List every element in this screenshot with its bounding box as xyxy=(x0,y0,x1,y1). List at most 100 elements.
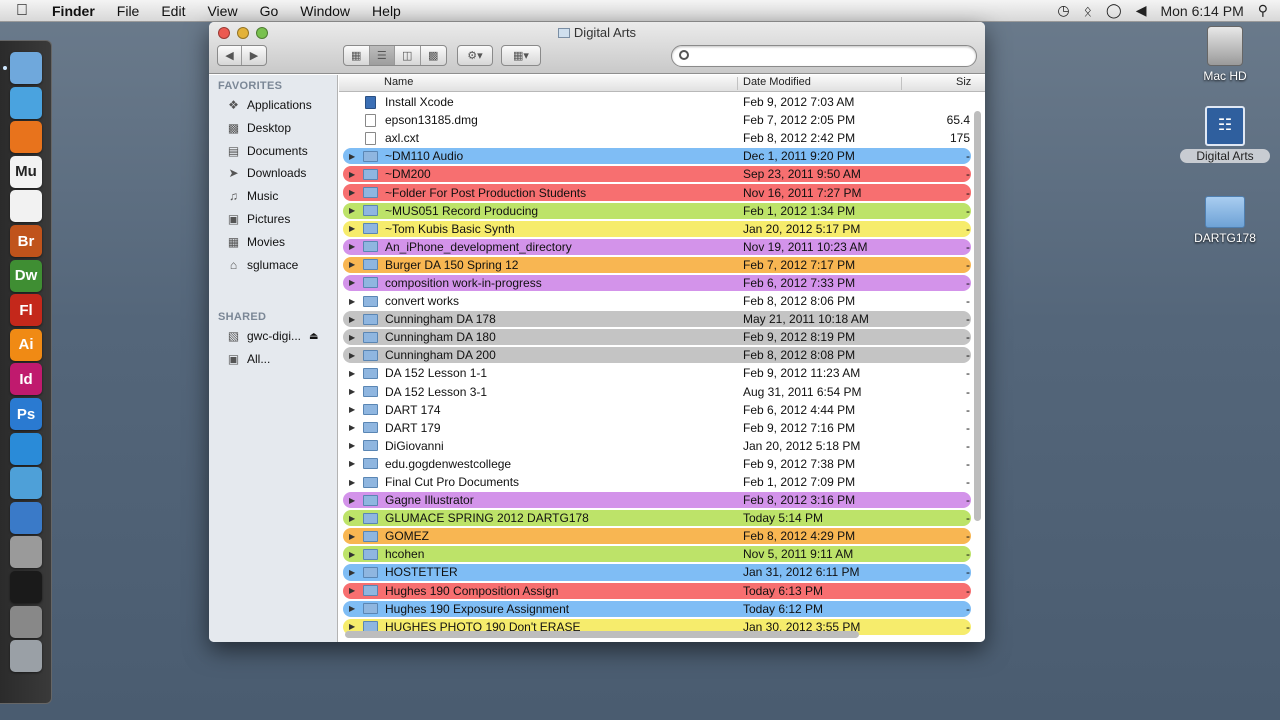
disclosure-triangle-icon[interactable]: ▶ xyxy=(349,622,355,631)
column-name[interactable]: Name xyxy=(384,76,413,88)
disclosure-triangle-icon[interactable]: ▶ xyxy=(349,387,355,396)
disclosure-triangle-icon[interactable]: ▶ xyxy=(349,604,355,613)
finder-icon[interactable] xyxy=(10,52,42,84)
file-row[interactable]: ▶ Cunningham DA 180 Feb 9, 2012 8:19 PM - xyxy=(339,328,971,346)
dreamweaver-icon[interactable]: Dw xyxy=(10,259,42,292)
sidebar-item-movies[interactable]: ▦ Movies xyxy=(226,232,285,252)
icon-view-button[interactable]: ▦ xyxy=(344,46,370,65)
disclosure-triangle-icon[interactable]: ▶ xyxy=(349,152,355,161)
disclosure-triangle-icon[interactable]: ▶ xyxy=(349,170,355,179)
file-row[interactable]: ▶ ~DM200 Sep 23, 2011 9:50 AM - xyxy=(339,165,971,183)
file-row[interactable]: ▶ ~Folder For Post Production Students Nov… xyxy=(339,183,971,201)
file-row[interactable]: ▶ Final Cut Pro Documents Feb 1, 2012 7:09… xyxy=(339,473,971,491)
file-row[interactable]: ▶ Burger DA 150 Spring 12 Feb 7, 2012 7:17… xyxy=(339,256,971,274)
column-size[interactable]: Siz xyxy=(956,76,971,88)
disclosure-triangle-icon[interactable]: ▶ xyxy=(349,351,355,360)
sidebar-item-applications[interactable]: ❖ Applications xyxy=(226,95,312,115)
file-row[interactable]: ▶ GOMEZ Feb 8, 2012 4:29 PM - xyxy=(339,527,971,545)
menu-view[interactable]: View xyxy=(196,3,248,19)
sidebar-item-music[interactable]: ♫ Music xyxy=(226,186,278,206)
sidebar-item-all[interactable]: ▣ All... xyxy=(226,349,271,369)
disclosure-triangle-icon[interactable]: ▶ xyxy=(349,278,355,287)
file-row[interactable]: Install Xcode Feb 9, 2012 7:03 AM xyxy=(339,93,971,111)
disclosure-triangle-icon[interactable]: ▶ xyxy=(349,568,355,577)
menu-edit[interactable]: Edit xyxy=(150,3,196,19)
flash-icon[interactable]: Fl xyxy=(10,294,42,327)
file-row[interactable]: ▶ Gagne Illustrator Feb 8, 2012 3:16 PM - xyxy=(339,491,971,509)
illustrator-icon[interactable]: Ai xyxy=(10,328,42,361)
file-row[interactable]: ▶ HOSTETTER Jan 31, 2012 6:11 PM - xyxy=(339,563,971,581)
arrange-menu-button[interactable]: ▦▾ xyxy=(501,45,541,66)
apple-menu-icon[interactable]:  xyxy=(0,2,44,20)
forward-button[interactable]: ▶ xyxy=(242,46,266,65)
action-menu-button[interactable]: ⚙▾ xyxy=(457,45,493,66)
disclosure-triangle-icon[interactable]: ▶ xyxy=(349,260,355,269)
disclosure-triangle-icon[interactable]: ▶ xyxy=(349,550,355,559)
file-row[interactable]: ▶ Cunningham DA 200 Feb 8, 2012 8:08 PM - xyxy=(339,346,971,364)
menu-window[interactable]: Window xyxy=(289,3,361,19)
eject-icon[interactable]: ⏏ xyxy=(309,331,318,342)
time-machine-icon[interactable]: ◷ xyxy=(1057,2,1069,19)
disclosure-triangle-icon[interactable]: ▶ xyxy=(349,405,355,414)
menu-go[interactable]: Go xyxy=(249,3,290,19)
indesign-icon[interactable]: Id xyxy=(10,363,42,396)
file-row[interactable]: ▶ DA 152 Lesson 1-1 Feb 9, 2012 11:23 AM - xyxy=(339,364,971,382)
wifi-icon[interactable]: ◯ xyxy=(1106,2,1122,19)
disclosure-triangle-icon[interactable]: ▶ xyxy=(349,315,355,324)
muse-icon[interactable]: Mu xyxy=(10,155,42,188)
file-row[interactable]: ▶ ~Tom Kubis Basic Synth Jan 20, 2012 5:17… xyxy=(339,220,971,238)
vertical-scrollbar[interactable] xyxy=(974,111,981,521)
disclosure-triangle-icon[interactable]: ▶ xyxy=(349,369,355,378)
file-row[interactable]: ▶ hcohen Nov 5, 2011 9:11 AM - xyxy=(339,545,971,563)
sidebar-item-server[interactable]: ▧ gwc-digi... ⏏ xyxy=(226,326,319,346)
xcode-icon[interactable] xyxy=(10,501,42,534)
file-row[interactable]: ▶ Hughes 190 Composition Assign Today 6:13… xyxy=(339,582,971,600)
utility-icon[interactable] xyxy=(10,536,42,569)
firefox-icon[interactable] xyxy=(10,121,42,154)
clock[interactable]: Mon 6:14 PM xyxy=(1160,3,1243,19)
spotlight-icon[interactable]: ⚲ xyxy=(1258,2,1268,19)
sidebar-item-pictures[interactable]: ▣ Pictures xyxy=(226,209,291,229)
bluetooth-icon[interactable]: ᛟ xyxy=(1084,3,1092,19)
file-row[interactable]: ▶ DART 174 Feb 6, 2012 4:44 PM - xyxy=(339,401,971,419)
disclosure-triangle-icon[interactable]: ▶ xyxy=(349,586,355,595)
disclosure-triangle-icon[interactable]: ▶ xyxy=(349,333,355,342)
file-row[interactable]: axl.cxt Feb 8, 2012 2:42 PM 175 xyxy=(339,129,971,147)
acrobat-icon[interactable] xyxy=(10,190,42,223)
bridge-icon[interactable]: Br xyxy=(10,225,42,257)
menu-help[interactable]: Help xyxy=(361,3,412,19)
file-row[interactable]: ▶ GLUMACE SPRING 2012 DARTG178 Today 5:14 … xyxy=(339,509,971,527)
desktop-icon-digital-arts[interactable]: ☷ Digital Arts xyxy=(1180,106,1270,163)
file-row[interactable]: ▶ DiGiovanni Jan 20, 2012 5:18 PM - xyxy=(339,437,971,455)
menu-file[interactable]: File xyxy=(106,3,151,19)
volume-icon[interactable]: ◀ xyxy=(1136,2,1147,19)
terminal-icon[interactable] xyxy=(10,571,42,603)
disclosure-triangle-icon[interactable]: ▶ xyxy=(349,423,355,432)
desktop-icon-dartg178[interactable]: DARTG178 xyxy=(1188,196,1262,245)
sidebar-item-desktop[interactable]: ▩ Desktop xyxy=(226,118,291,138)
column-view-button[interactable]: ◫ xyxy=(395,46,421,65)
desktop-icon-mac-hd[interactable]: Mac HD xyxy=(1192,26,1258,83)
file-row[interactable]: ▶ convert works Feb 8, 2012 8:06 PM - xyxy=(339,292,971,310)
disclosure-triangle-icon[interactable]: ▶ xyxy=(349,441,355,450)
list-view-button[interactable]: ☰ xyxy=(369,46,395,65)
wave-app-icon[interactable] xyxy=(10,432,42,465)
sidebar-item-home[interactable]: ⌂ sglumace xyxy=(226,255,298,275)
column-date-modified[interactable]: Date Modified xyxy=(743,76,811,88)
file-row[interactable]: ▶ DA 152 Lesson 3-1 Aug 31, 2011 6:54 PM - xyxy=(339,383,971,401)
file-row[interactable]: ▶ composition work-in-progress Feb 6, 2012… xyxy=(339,274,971,292)
disclosure-triangle-icon[interactable]: ▶ xyxy=(349,459,355,468)
disclosure-triangle-icon[interactable]: ▶ xyxy=(349,478,355,487)
file-row[interactable]: ▶ edu.gogdenwestcollege Feb 9, 2012 7:38 P… xyxy=(339,455,971,473)
file-row[interactable]: ▶ ~DM110 Audio Dec 1, 2011 9:20 PM - xyxy=(339,147,971,165)
trash-icon[interactable] xyxy=(10,640,42,673)
disclosure-triangle-icon[interactable]: ▶ xyxy=(349,206,355,215)
photoshop-icon[interactable]: Ps xyxy=(10,398,42,430)
file-row[interactable]: epson13185.dmg Feb 7, 2012 2:05 PM 65.4 xyxy=(339,111,971,129)
disclosure-triangle-icon[interactable]: ▶ xyxy=(349,224,355,233)
safari-icon[interactable] xyxy=(10,86,42,119)
spinning-app-icon[interactable] xyxy=(10,467,42,500)
sidebar-item-documents[interactable]: ▤ Documents xyxy=(226,141,308,161)
horizontal-scrollbar[interactable] xyxy=(345,631,859,638)
back-button[interactable]: ◀ xyxy=(218,46,242,65)
